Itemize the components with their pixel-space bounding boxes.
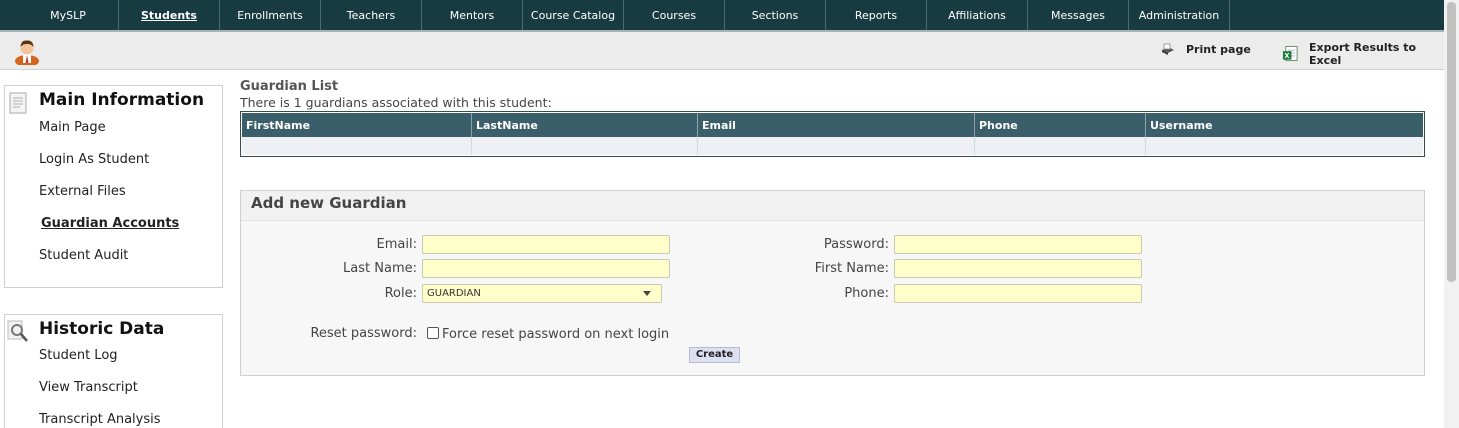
magnifier-icon: [7, 320, 28, 342]
first-name-label: First Name:: [814, 261, 889, 276]
last-name-field[interactable]: [422, 259, 670, 278]
password-field[interactable]: [894, 235, 1142, 254]
column-header-username[interactable]: Username: [1146, 113, 1423, 137]
sidebar-item-login-as-student[interactable]: Login As Student: [39, 152, 149, 167]
export-excel-button[interactable]: X Export Results to Excel: [1282, 41, 1444, 67]
toolbar: Print page X Export Results to Excel: [0, 32, 1444, 70]
role-select[interactable]: GUARDIAN: [422, 284, 662, 303]
sidebar-item-guardian-accounts[interactable]: Guardian Accounts: [41, 216, 179, 231]
scrollbar-thumb[interactable]: [1447, 2, 1456, 282]
password-label: Password:: [823, 237, 889, 252]
historic-data-heading: Historic Data: [39, 319, 165, 339]
table-cell: [975, 137, 1146, 155]
nav-myslp[interactable]: MySLP: [18, 0, 119, 30]
guardian-table-header: FirstName LastName Email Phone Username: [242, 113, 1423, 137]
role-label: Role:: [384, 286, 417, 301]
phone-label: Phone:: [844, 286, 889, 301]
historic-data-panel: Historic Data Student Log View Transcrip…: [4, 314, 223, 428]
sidebar-item-student-log[interactable]: Student Log: [39, 348, 118, 363]
add-guardian-form: Add new Guardian Email: Password: Last N…: [240, 190, 1425, 376]
nav-messages[interactable]: Messages: [1028, 0, 1129, 30]
table-row[interactable]: [242, 137, 1423, 155]
column-header-firstname[interactable]: FirstName: [242, 113, 472, 137]
add-guardian-heading: Add new Guardian: [241, 191, 1424, 221]
svg-text:X: X: [1284, 52, 1289, 60]
export-excel-label: Export Results to Excel: [1308, 41, 1417, 67]
reset-password-label: Reset password:: [310, 326, 417, 341]
create-button[interactable]: Create: [689, 347, 740, 363]
nav-enrollments[interactable]: Enrollments: [220, 0, 321, 30]
column-header-email[interactable]: Email: [698, 113, 975, 137]
table-cell: [472, 137, 698, 155]
main-information-panel: Main Information Main Page Login As Stud…: [4, 85, 223, 288]
role-select-value: GUARDIAN: [427, 288, 481, 299]
table-cell: [698, 137, 975, 155]
table-cell: [1146, 137, 1423, 155]
sidebar-item-external-files[interactable]: External Files: [39, 184, 126, 199]
sidebar-item-transcript-analysis[interactable]: Transcript Analysis: [39, 412, 161, 427]
first-name-field[interactable]: [894, 259, 1142, 278]
last-name-label: Last Name:: [343, 261, 417, 276]
nav-mentors[interactable]: Mentors: [422, 0, 523, 30]
table-cell: [242, 137, 472, 155]
vertical-scrollbar[interactable]: [1444, 0, 1459, 428]
nav-teachers[interactable]: Teachers: [321, 0, 422, 30]
nav-courses[interactable]: Courses: [624, 0, 725, 30]
nav-course-catalog[interactable]: Course Catalog: [523, 0, 624, 30]
main-information-heading: Main Information: [39, 90, 205, 110]
excel-icon: X: [1282, 45, 1298, 62]
guardian-table: FirstName LastName Email Phone Username: [240, 111, 1425, 157]
top-nav: MySLP Students Enrollments Teachers Ment…: [0, 0, 1444, 32]
nav-sections[interactable]: Sections: [725, 0, 826, 30]
nav-administration[interactable]: Administration: [1129, 0, 1230, 30]
document-icon: [9, 92, 27, 114]
sidebar-item-student-audit[interactable]: Student Audit: [39, 248, 128, 263]
column-header-lastname[interactable]: LastName: [472, 113, 698, 137]
email-field[interactable]: [422, 235, 670, 254]
sidebar-item-main-page[interactable]: Main Page: [39, 120, 106, 135]
phone-field[interactable]: [894, 284, 1142, 303]
force-reset-checkbox-label[interactable]: Force reset password on next login: [442, 327, 669, 342]
nav-reports[interactable]: Reports: [826, 0, 927, 30]
email-label: Email:: [376, 237, 417, 252]
print-page-button[interactable]: Print page: [1160, 41, 1251, 57]
printer-icon: [1162, 43, 1174, 55]
print-page-label: Print page: [1186, 42, 1251, 56]
nav-affiliations[interactable]: Affiliations: [927, 0, 1028, 30]
user-avatar-icon[interactable]: [14, 37, 40, 65]
sidebar-item-view-transcript[interactable]: View Transcript: [39, 380, 138, 395]
guardian-list-title: Guardian List: [240, 79, 339, 94]
chevron-down-icon: [643, 291, 651, 296]
guardian-list-subtitle: There is 1 guardians associated with thi…: [240, 95, 552, 110]
column-header-phone[interactable]: Phone: [975, 113, 1146, 137]
force-reset-checkbox[interactable]: [427, 327, 439, 339]
nav-students[interactable]: Students: [119, 0, 220, 30]
